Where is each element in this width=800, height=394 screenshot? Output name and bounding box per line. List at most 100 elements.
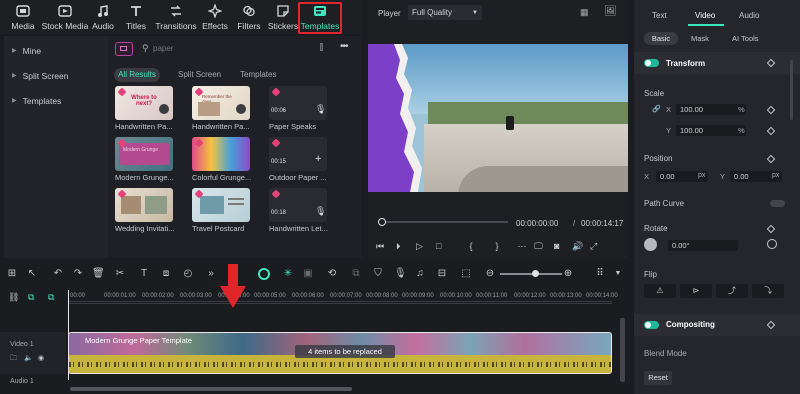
template-card[interactable]: Modern Grunge Modern Grunge... xyxy=(115,137,183,183)
export-frame-icon[interactable]: ⬚ xyxy=(460,268,472,280)
zoom-out-icon[interactable]: ⊖ xyxy=(484,268,496,280)
folder-icon[interactable]: 🗀 xyxy=(10,354,17,365)
microphone-icon[interactable]: 🎙 xyxy=(394,268,407,280)
path-curve-toggle[interactable] xyxy=(770,200,785,207)
playback-progress-bar[interactable] xyxy=(380,221,508,223)
toolbar-transitions[interactable]: Transitions xyxy=(154,0,198,34)
keyframe-diamond-icon[interactable] xyxy=(766,126,776,136)
toolbar-titles[interactable]: Titles xyxy=(118,0,154,34)
more-tools-icon[interactable]: » xyxy=(205,268,217,280)
mark-in-icon[interactable]: { xyxy=(458,241,484,251)
tab-mask[interactable]: Mask xyxy=(691,34,709,43)
toolbar-filters[interactable]: Filters xyxy=(232,0,266,34)
template-card[interactable]: 00:15 + Outdoor Paper ... xyxy=(269,137,337,183)
tab-split-screen[interactable]: Split Screen xyxy=(178,68,221,82)
chevron-down-icon[interactable]: ▼ xyxy=(612,268,624,280)
zoom-slider[interactable] xyxy=(500,273,562,275)
download-icon[interactable] xyxy=(159,104,169,114)
ai-record-icon[interactable] xyxy=(258,268,270,280)
delete-icon[interactable]: 🗑 xyxy=(92,268,105,280)
redo-icon[interactable]: ↷ xyxy=(72,268,84,280)
add-track-icon[interactable]: ⧉ xyxy=(28,292,34,303)
template-card[interactable]: Wedding Invitati... xyxy=(115,188,183,234)
play-icon[interactable]: ▷ xyxy=(416,241,436,252)
audio-mix-icon[interactable]: ♫ xyxy=(414,268,426,280)
snapshot-image-icon[interactable]: 🖼 xyxy=(604,6,617,17)
timeline-scrollbar[interactable] xyxy=(70,387,352,391)
split-scissors-icon[interactable]: ✂ xyxy=(114,268,126,280)
eye-icon[interactable]: ◉ xyxy=(38,354,44,362)
timeline-vertical-scrollbar[interactable] xyxy=(620,318,625,382)
layout-icon[interactable]: ⊞ xyxy=(6,268,18,280)
compositing-toggle[interactable] xyxy=(644,321,659,329)
template-search-input[interactable] xyxy=(153,42,303,55)
scale-y-input[interactable]: 100.00 xyxy=(676,125,746,136)
toolbar-stock-media[interactable]: Stock Media xyxy=(42,0,88,34)
toolbar-media[interactable]: Media xyxy=(4,0,42,34)
scale-x-input[interactable]: 100.00 xyxy=(676,104,746,115)
tab-video[interactable]: Video xyxy=(695,11,715,20)
link-ratio-icon[interactable]: 🔗 xyxy=(652,105,661,113)
fullscreen-icon[interactable]: ⤢ xyxy=(590,241,606,252)
reset-button[interactable]: Reset xyxy=(644,371,672,385)
more-options-icon[interactable]: ••• xyxy=(340,41,348,52)
link-icon[interactable]: ⛓ xyxy=(8,292,19,303)
speed-icon[interactable]: ◴ xyxy=(182,268,194,280)
transform-toggle[interactable] xyxy=(644,59,659,67)
play-step-icon[interactable]: ⏵ xyxy=(396,241,416,252)
mark-icon[interactable]: ⧉ xyxy=(350,268,362,280)
tab-audio[interactable]: Audio xyxy=(739,11,759,20)
download-icon[interactable] xyxy=(236,104,246,114)
flip-vertical-icon[interactable]: ⊳ xyxy=(680,284,712,298)
filter-icon[interactable]: ⫿ xyxy=(320,42,323,53)
template-card[interactable]: Colorful Grunge... xyxy=(192,137,260,183)
grid-icon[interactable]: ⊟ xyxy=(436,268,448,280)
toolbar-effects[interactable]: Effects xyxy=(198,0,232,34)
playhead-handle[interactable] xyxy=(378,218,386,226)
tab-text[interactable]: Text xyxy=(652,11,667,20)
flip-horizontal-icon[interactable]: ⚠ xyxy=(644,284,676,298)
grid-icon[interactable]: ▦ xyxy=(580,7,589,18)
crop-icon[interactable]: ⧈ xyxy=(160,268,172,280)
sidebar-item-mine[interactable]: ▶ Mine xyxy=(4,38,108,63)
tab-ai-tools[interactable]: AI Tools xyxy=(732,34,759,43)
previous-frame-icon[interactable]: ⏮ xyxy=(376,241,396,252)
undo-icon[interactable]: ↶ xyxy=(52,268,64,280)
zoom-in-icon[interactable]: ⊕ xyxy=(562,268,574,280)
replace-icon[interactable]: ⟲ xyxy=(326,268,338,280)
camera-icon[interactable]: ◙ xyxy=(554,241,572,251)
select-arrow-icon[interactable]: ↖ xyxy=(26,268,38,280)
toolbar-stickers[interactable]: Stickers xyxy=(266,0,300,34)
tab-basic[interactable]: Basic xyxy=(644,32,678,45)
reset-rotate-icon[interactable] xyxy=(767,239,777,249)
volume-icon[interactable]: 🔊 xyxy=(572,241,590,252)
keyframe-diamond-icon[interactable] xyxy=(766,154,776,164)
track-settings-icon[interactable]: ⧉ xyxy=(48,292,54,303)
grid-view-icon[interactable]: ⠿ xyxy=(594,268,606,280)
text-icon[interactable]: T xyxy=(138,268,150,280)
shield-icon[interactable]: ⛉ xyxy=(372,268,384,280)
mark-out-icon[interactable]: } xyxy=(484,241,510,251)
tab-all-results[interactable]: All Results xyxy=(114,68,160,82)
rotate-dial[interactable] xyxy=(644,238,657,251)
template-card[interactable]: Remember the days Handwritten Pa... xyxy=(192,86,260,132)
more-options-icon[interactable]: ⋯ xyxy=(510,241,534,252)
template-card[interactable]: 00:18 🎙 Handwritten Let... xyxy=(269,188,337,234)
inspector-scrollbar[interactable] xyxy=(790,60,793,120)
stop-icon[interactable]: □ xyxy=(436,241,458,251)
template-clip[interactable]: Modern Grunge Paper Template 4 items to … xyxy=(68,332,612,374)
zoom-slider-handle[interactable] xyxy=(532,270,539,277)
add-icon[interactable]: + xyxy=(315,153,321,165)
rotate-input[interactable]: 0.00° xyxy=(668,240,738,251)
template-card[interactable]: Travel Postcard xyxy=(192,188,260,234)
ai-template-button[interactable] xyxy=(115,42,133,56)
rotate-clockwise-icon[interactable]: ⤴ xyxy=(716,284,748,298)
sidebar-item-split-screen[interactable]: ▶ Split Screen xyxy=(4,63,108,88)
tab-templates[interactable]: Templates xyxy=(240,68,276,82)
sidebar-item-templates[interactable]: ▶ Templates xyxy=(4,88,108,113)
volume-icon[interactable]: 🔈 xyxy=(24,354,33,362)
render-icon[interactable]: ▣ xyxy=(302,268,314,280)
rotate-counterclockwise-icon[interactable]: ⤵ xyxy=(752,284,784,298)
template-card[interactable]: 00:06 🎙 Paper Speaks xyxy=(269,86,337,132)
toolbar-audio[interactable]: Audio xyxy=(88,0,118,34)
